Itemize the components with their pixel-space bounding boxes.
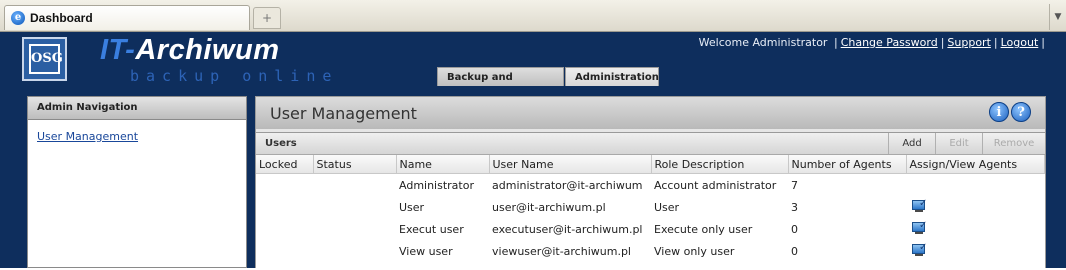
name-cell: View user (399, 244, 453, 258)
panel-header: User Management i ? (256, 97, 1045, 129)
table-row[interactable]: View user viewuser@it-archiwum.pl View onl… (256, 240, 1045, 262)
admin-navigation-title: Admin Navigation (28, 97, 246, 120)
brand-name: Archiwum (135, 34, 280, 66)
name-cell: User (399, 200, 425, 214)
name-cell: Administrator (399, 178, 474, 192)
assign-agents-icon[interactable]: ✓ (912, 220, 928, 235)
welcome-text: Welcome Administrator (698, 36, 828, 49)
status-cell (313, 218, 396, 240)
agents-cell: 0 (791, 244, 798, 258)
new-tab-button[interactable]: + (253, 7, 281, 29)
osg-logo: OSG (22, 37, 67, 81)
username-cell: user@it-archiwum.pl (492, 200, 606, 214)
chevron-down-icon: ▼ (1054, 12, 1062, 22)
assign-agents-cell (906, 174, 1045, 197)
separator: | (940, 36, 945, 49)
tab-backup-and-recovery[interactable]: Backup and Recovery (437, 67, 564, 103)
locked-cell (256, 240, 313, 262)
locked-cell (256, 218, 313, 240)
column-header-status[interactable]: Status (313, 155, 397, 174)
table-header-row: Locked Status Name User Name Role Descri… (256, 155, 1045, 174)
users-grid-toolbar: Users Add Edit Remove (256, 133, 1045, 155)
app-header: OSG IT-Archiwum backup online Welcome Ad… (0, 32, 1066, 103)
agents-cell: 3 (791, 200, 798, 214)
table-row[interactable]: Administrator administrator@it-archiwum Ac… (256, 174, 1045, 197)
tab-list-button[interactable]: ▼ (1049, 4, 1066, 30)
separator: | (1041, 36, 1045, 49)
separator: | (993, 36, 998, 49)
table-row[interactable]: User user@it-archiwum.pl User 3 ✓ (256, 196, 1045, 218)
browser-tab-dashboard[interactable]: e Dashboard (4, 5, 250, 30)
ie-icon: e (11, 11, 25, 25)
name-cell: Execut user (399, 222, 464, 236)
browser-tab-title: Dashboard (30, 11, 93, 25)
column-header-user-name[interactable]: User Name (489, 155, 652, 174)
users-grid-title: Users (265, 138, 297, 149)
role-cell: View only user (654, 244, 735, 258)
info-icon[interactable]: i (989, 102, 1009, 122)
assign-agents-cell: ✓ (906, 196, 1045, 218)
brand-prefix: IT- (100, 34, 136, 66)
users-grid: Users Add Edit Remove Locked Status Name… (256, 132, 1045, 270)
assign-agents-cell: ✓ (906, 218, 1045, 240)
username-cell: administrator@it-archiwum (492, 178, 643, 192)
agents-cell: 0 (791, 222, 798, 236)
logout-link[interactable]: Logout (1001, 36, 1039, 49)
column-header-assign-view-agents[interactable]: Assign/View Agents (906, 155, 1045, 174)
locked-cell (256, 196, 313, 218)
content-area: Admin Navigation User Management User Ma… (0, 86, 1066, 270)
sidebar-item-user-management[interactable]: User Management (37, 130, 246, 143)
page-title: User Management (270, 104, 417, 123)
users-table: Locked Status Name User Name Role Descri… (256, 155, 1045, 262)
role-cell: Execute only user (654, 222, 753, 236)
remove-user-button[interactable]: Remove (982, 133, 1045, 154)
support-link[interactable]: Support (947, 36, 990, 49)
column-header-name[interactable]: Name (396, 155, 490, 174)
separator: | (833, 36, 838, 49)
agents-cell: 7 (791, 178, 798, 192)
edit-user-button[interactable]: Edit (935, 133, 982, 154)
browser-tab-strip: e Dashboard + ▼ (0, 0, 1066, 32)
username-cell: executuser@it-archiwum.pl (492, 222, 643, 236)
column-header-role-description[interactable]: Role Description (651, 155, 789, 174)
help-icon[interactable]: ? (1011, 102, 1031, 122)
brand-title: IT-Archiwum (100, 34, 280, 67)
status-cell (313, 196, 396, 218)
assign-agents-icon[interactable]: ✓ (912, 242, 928, 257)
user-links: Welcome Administrator | Change Password | S… (699, 36, 1048, 49)
admin-navigation-panel: Admin Navigation User Management (27, 96, 247, 268)
osg-logo-mark: OSG (29, 44, 63, 74)
username-cell: viewuser@it-archiwum.pl (492, 244, 631, 258)
role-cell: Account administrator (654, 178, 777, 192)
role-cell: User (654, 200, 680, 214)
table-row[interactable]: Execut user executuser@it-archiwum.pl Exec… (256, 218, 1045, 240)
assign-agents-icon[interactable]: ✓ (912, 198, 928, 213)
brand-subtitle: backup online (130, 67, 339, 85)
user-management-panel: User Management i ? Users Add Edit Remov… (255, 96, 1046, 270)
add-user-button[interactable]: Add (888, 133, 935, 154)
change-password-link[interactable]: Change Password (841, 36, 938, 49)
column-header-locked[interactable]: Locked (256, 155, 314, 174)
assign-agents-cell: ✓ (906, 240, 1045, 262)
status-cell (313, 174, 396, 197)
tab-administration[interactable]: Administration (565, 67, 659, 87)
locked-cell (256, 174, 313, 197)
status-cell (313, 240, 396, 262)
column-header-number-of-agents[interactable]: Number of Agents (788, 155, 907, 174)
plus-icon: + (261, 11, 273, 25)
